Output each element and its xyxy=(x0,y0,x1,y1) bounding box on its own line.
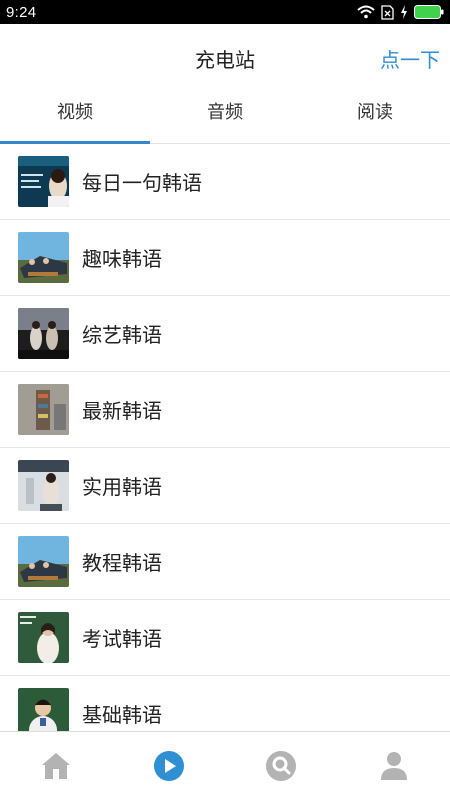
tab-reading-label: 阅读 xyxy=(357,102,393,123)
list-item-label: 考试韩语 xyxy=(82,627,162,651)
home-icon xyxy=(42,753,71,779)
list-item[interactable]: 教程韩语 xyxy=(0,524,450,600)
list-item-label: 趣味韩语 xyxy=(82,247,162,271)
play-icon xyxy=(153,751,184,781)
thumbnail-image xyxy=(18,232,69,283)
tab-video[interactable]: 视频 xyxy=(0,86,150,144)
list-item[interactable]: 趣味韩语 xyxy=(0,220,450,296)
nav-home[interactable] xyxy=(0,732,113,800)
list-item-label: 教程韩语 xyxy=(82,551,162,575)
tab-audio[interactable]: 音频 xyxy=(150,86,300,143)
charging-bolt-icon xyxy=(401,5,407,19)
header: 充电站 点一下 xyxy=(0,24,450,86)
status-icons xyxy=(357,4,444,20)
thumbnail-image xyxy=(18,308,69,359)
list-item-label: 基础韩语 xyxy=(82,703,162,727)
nav-discover[interactable] xyxy=(225,732,338,800)
nav-play[interactable] xyxy=(113,732,226,800)
category-list: 每日一句韩语 趣味韩语 综艺韩语 最新韩语 实用韩语 教程韩语 考试韩语 基础韩… xyxy=(0,144,450,731)
tab-reading[interactable]: 阅读 xyxy=(300,86,450,143)
profile-icon xyxy=(380,752,407,780)
thumbnail-image xyxy=(18,688,69,731)
thumbnail-image xyxy=(18,384,69,435)
list-item-label: 最新韩语 xyxy=(82,399,162,423)
thumbnail-image xyxy=(18,156,69,207)
list-item[interactable]: 基础韩语 xyxy=(0,676,450,731)
tab-audio-label: 音频 xyxy=(207,102,243,123)
battery-icon xyxy=(414,5,444,19)
nav-profile[interactable] xyxy=(338,732,450,800)
list-item-label: 每日一句韩语 xyxy=(82,171,202,195)
list-item[interactable]: 最新韩语 xyxy=(0,372,450,448)
thumbnail-image xyxy=(18,460,69,511)
thumbnail-image xyxy=(18,536,69,587)
discover-icon xyxy=(266,751,297,781)
tab-bar: 视频 音频 阅读 xyxy=(0,86,450,144)
thumbnail-image xyxy=(18,612,69,663)
list-item[interactable]: 考试韩语 xyxy=(0,600,450,676)
list-item[interactable]: 每日一句韩语 xyxy=(0,144,450,220)
tap-action-button[interactable]: 点一下 xyxy=(380,44,440,73)
list-item-label: 综艺韩语 xyxy=(82,323,162,347)
no-sim-icon xyxy=(381,4,394,20)
list-item[interactable]: 实用韩语 xyxy=(0,448,450,524)
status-bar: 9:24 xyxy=(0,0,450,24)
tab-video-label: 视频 xyxy=(57,102,93,123)
wifi-icon xyxy=(357,5,375,19)
list-item[interactable]: 综艺韩语 xyxy=(0,296,450,372)
list-item-label: 实用韩语 xyxy=(82,475,162,499)
bottom-nav xyxy=(0,731,450,800)
status-time: 9:24 xyxy=(6,3,37,21)
